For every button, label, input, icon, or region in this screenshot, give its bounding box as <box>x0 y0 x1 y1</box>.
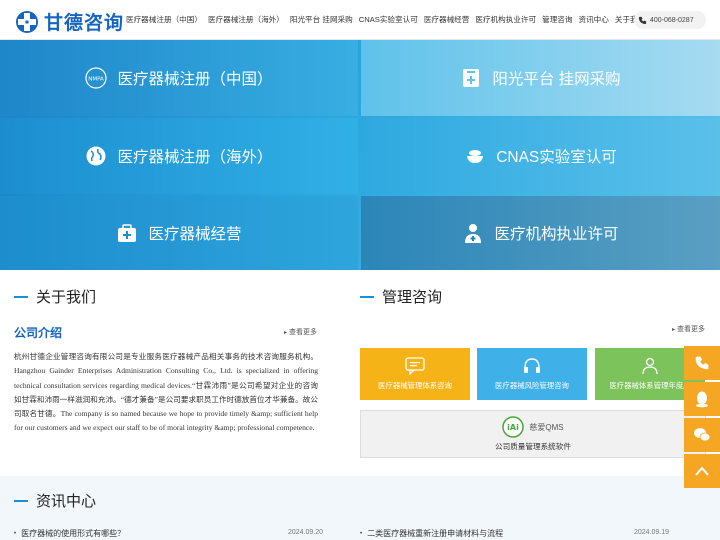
about-more-link[interactable]: ▸ 查看更多 <box>284 327 317 337</box>
tile-license[interactable]: 医疗机构执业许可 <box>361 196 720 270</box>
phone-number: 400-068-0287 <box>650 16 694 24</box>
intro-heading: 公司介绍 <box>14 326 63 340</box>
news-item-date: 2024.09.20 <box>288 529 324 536</box>
mgmt-more-link[interactable]: ▸ 查看更多 <box>672 324 705 334</box>
header: 甘德咨询 医疗器械注册（中国） 医疗器械注册（海外） 阳光平台 挂网采购 CNA… <box>0 0 720 40</box>
nav-item-reg-cn[interactable]: 医疗器械注册（中国） <box>126 14 202 25</box>
chat-icon <box>405 357 425 375</box>
news-title: 资讯中心 <box>36 493 97 510</box>
person-icon <box>642 357 658 375</box>
title-accent-bar <box>14 499 28 502</box>
card-label: 医疗器械风险管理咨询 <box>495 381 569 390</box>
about-section-title: 关于我们 <box>14 286 96 307</box>
tile-label: 医疗器械注册（中国） <box>117 71 273 88</box>
sidebar-wechat-button[interactable] <box>684 418 720 452</box>
doctor-icon <box>465 224 482 243</box>
phone-pill[interactable]: 400-068-0287 <box>634 11 706 29</box>
qms-brand-row: iAi 慈爱QMS <box>502 416 564 438</box>
tile-label: 医疗器械经营 <box>148 226 242 243</box>
card-label: 医疗器械管理体系咨询 <box>378 381 452 390</box>
medical-kit-icon <box>118 224 137 242</box>
nav-item-reg-overseas[interactable]: 医疗器械注册（海外） <box>208 14 284 25</box>
card-label: 医疗器械体系管理年度服 <box>609 381 691 390</box>
sidebar-qq-button[interactable] <box>684 382 720 416</box>
company-intro-text: 杭州甘德企业管理咨询有限公司是专业服务医疗器械产品相关事务的技术咨询服务机构。 … <box>14 352 318 433</box>
news-item-title: 医疗器械的使用形式有哪些？ <box>21 529 126 538</box>
lab-bowl-icon <box>467 150 484 163</box>
nav-item-operation[interactable]: 医疗器械经营 <box>424 14 470 25</box>
card-mgmt-system[interactable]: 医疗器械管理体系咨询 <box>360 348 470 400</box>
nav-item-cnas[interactable]: CNAS实验室认可 <box>359 14 418 25</box>
mgmt-section-title: 管理咨询 <box>360 286 442 307</box>
tile-reg-cn[interactable]: NMPA 医疗器械注册（中国） <box>0 40 358 116</box>
qq-icon <box>696 391 708 408</box>
title-accent-bar <box>14 295 28 298</box>
news-section-title: 资讯中心 <box>14 490 96 511</box>
back-to-top-icon <box>695 466 709 476</box>
qms-brand: 慈爱QMS <box>529 422 564 432</box>
nav-item-mgmt[interactable]: 管理咨询 <box>542 14 572 25</box>
tile-sunshine[interactable]: 阳光平台 挂网采购 <box>361 40 720 116</box>
svg-text:iAi: iAi <box>508 423 520 432</box>
tile-label: CNAS实验室认可 <box>496 149 617 166</box>
sidebar-phone-button[interactable] <box>684 346 720 380</box>
tile-operation[interactable]: 医疗器械经营 <box>0 196 358 270</box>
tile-label: 医疗器械注册（海外） <box>117 149 273 166</box>
headset-icon <box>524 358 540 373</box>
news-item[interactable]: • 医疗器械的使用形式有哪些？ <box>14 528 125 539</box>
news-item-date: 2024.09.19 <box>634 529 670 536</box>
qms-logo-icon: iAi <box>502 416 525 438</box>
phone-icon <box>695 356 709 370</box>
globe-icon <box>86 146 106 166</box>
svg-text:NMPA: NMPA <box>89 77 105 83</box>
bullet-icon: • <box>14 530 17 537</box>
logo[interactable]: 甘德咨询 <box>14 8 124 35</box>
card-risk-mgmt[interactable]: 医疗器械风险管理咨询 <box>477 348 587 400</box>
tile-label: 阳光平台 挂网采购 <box>492 71 621 88</box>
qms-label: 公司质量管理系统软件 <box>495 442 571 451</box>
phone-icon <box>638 16 647 24</box>
qms-software-banner[interactable]: iAi 慈爱QMS 公司质量管理系统软件 <box>360 410 706 458</box>
title-accent-bar <box>360 295 374 298</box>
caret-right-icon: ▸ <box>284 329 288 336</box>
caret-right-icon: ▸ <box>672 326 676 333</box>
service-tiles: NMPA 医疗器械注册（中国） 阳光平台 挂网采购 医疗器械注册（海外） CNA… <box>0 40 720 270</box>
bullet-icon: • <box>360 530 363 537</box>
mgmt-title: 管理咨询 <box>382 289 443 306</box>
tile-reg-overseas[interactable]: 医疗器械注册（海外） <box>0 118 358 194</box>
wechat-icon <box>694 428 711 442</box>
nav-item-license[interactable]: 医疗机构执业许可 <box>475 14 536 25</box>
sidebar-back-to-top-button[interactable] <box>684 454 720 488</box>
about-title: 关于我们 <box>36 289 97 306</box>
tile-cnas[interactable]: CNAS实验室认可 <box>361 118 720 194</box>
main-nav: 医疗器械注册（中国） 医疗器械注册（海外） 阳光平台 挂网采购 CNAS实验室认… <box>126 14 651 25</box>
nav-item-sunshine[interactable]: 阳光平台 挂网采购 <box>290 14 353 25</box>
nmpa-badge-icon: NMPA <box>85 67 108 89</box>
news-item[interactable]: • 二类医疗器械重新注册申请材料与流程 <box>360 528 503 539</box>
nav-item-news[interactable]: 资讯中心 <box>579 14 609 25</box>
medical-cabinet-icon <box>463 69 480 87</box>
news-item-title: 二类医疗器械重新注册申请材料与流程 <box>367 529 504 538</box>
logo-text: 甘德咨询 <box>44 12 125 34</box>
logo-mark-icon <box>16 10 38 33</box>
tile-label: 医疗机构执业许可 <box>494 226 619 243</box>
